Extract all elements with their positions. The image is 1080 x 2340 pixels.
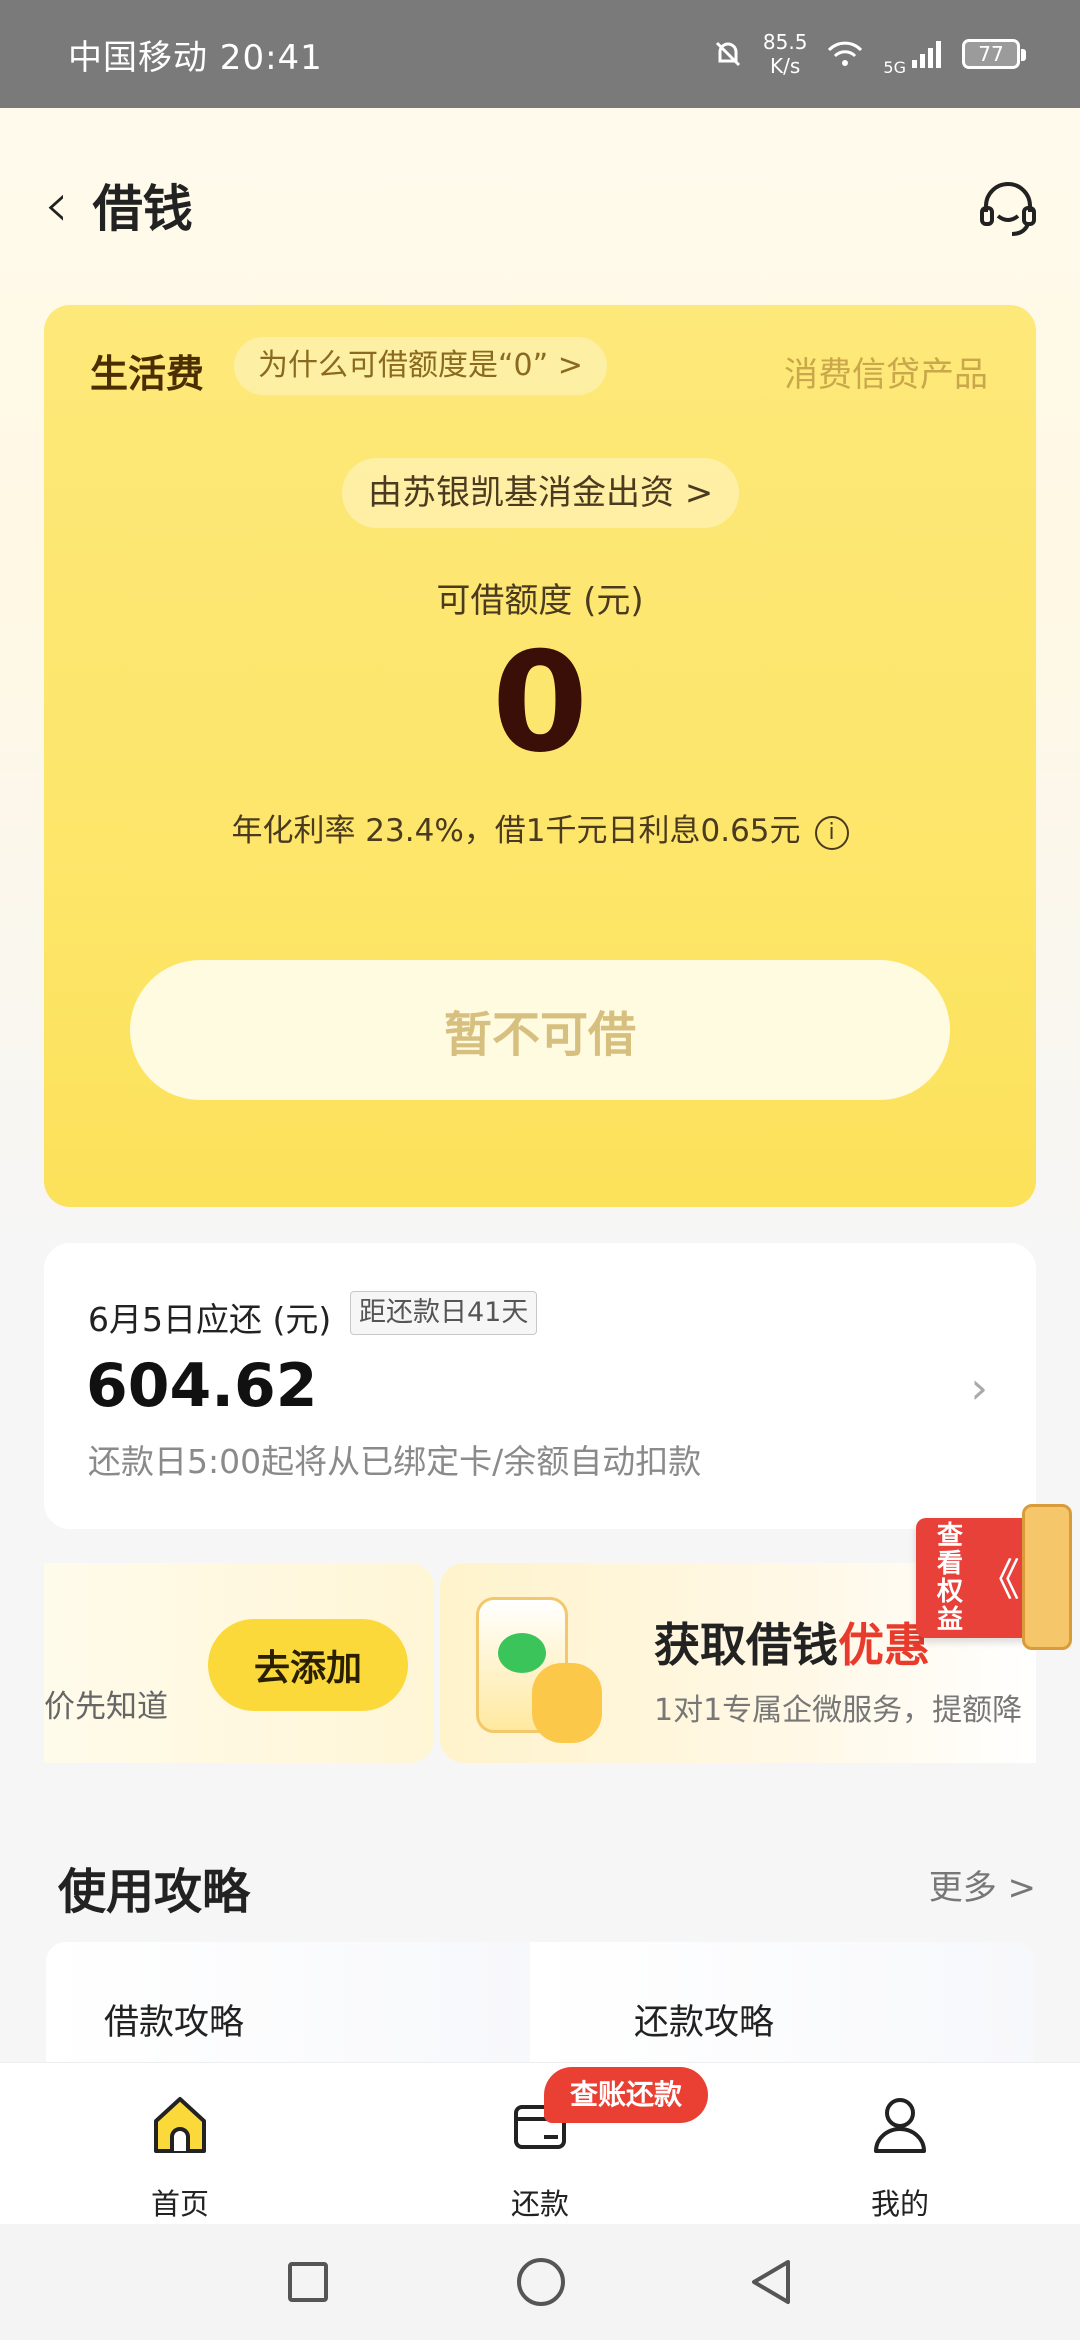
status-icons: 85.5 K/s 5G 77 <box>711 30 1026 78</box>
repayment-card[interactable]: 6月5日应还 (元) 距还款日41天 604.62 还款日5:00起将从已绑定卡… <box>44 1243 1036 1529</box>
net-speed: 85.5 K/s <box>762 30 808 78</box>
hand-illustration <box>532 1663 602 1743</box>
borrow-button[interactable]: 暂不可借 <box>130 960 950 1100</box>
guide-item-label: 借款攻略 <box>104 2003 245 2043</box>
guide-title: 使用攻略 <box>58 1864 251 1920</box>
guide-card: 借款攻略 还款攻略 <box>46 1942 1034 2062</box>
due-label: 6月5日应还 (元) <box>88 1300 332 1339</box>
limit-value: 0 <box>491 622 589 783</box>
rate-label: 年化利率 23.4%，借1千元日利息0.65元 <box>231 813 801 849</box>
info-icon[interactable]: i <box>814 815 849 850</box>
back-arrow-icon[interactable]: ‹ <box>44 174 69 236</box>
guide-item-label: 还款攻略 <box>634 2003 775 2043</box>
guide-more-link[interactable]: 更多 > <box>929 1860 1036 1909</box>
rate-text: 年化利率 23.4%，借1千元日利息0.65元 i <box>44 805 1036 850</box>
product-name: 生活费 <box>90 352 205 396</box>
home-button-icon[interactable] <box>517 2258 565 2306</box>
funder-link[interactable]: 由苏银凯基消金出资 > <box>342 458 740 528</box>
tab-home-label: 首页 <box>150 2187 209 2221</box>
repay-badge[interactable]: 查账还款 <box>544 2067 709 2123</box>
tab-bar: 首页 还款 我的 <box>0 2062 1080 2224</box>
autopay-note: 还款日5:00起将从已绑定卡/余额自动扣款 <box>88 1442 702 1481</box>
tab-mine-label: 我的 <box>870 2187 929 2221</box>
guide-item-repay[interactable]: 还款攻略 <box>530 1942 1034 2062</box>
wechat-icon <box>498 1633 546 1673</box>
tab-home[interactable]: 首页 <box>0 2063 360 2225</box>
scroll-illustration <box>1022 1504 1072 1650</box>
system-nav-bar <box>0 2224 1080 2340</box>
benefits-text: 查看权益 <box>936 1521 963 1635</box>
promo-title: 获取借钱优惠 <box>654 1618 930 1672</box>
status-bar: 中国移动 20:41 85.5 K/s 5G 77 <box>0 0 1080 108</box>
countdown-badge: 距还款日41天 <box>350 1291 538 1335</box>
double-chevron-left-icon: 《 <box>976 1555 1020 1606</box>
promo-banner-left[interactable]: 价先知道 去添加 <box>44 1563 434 1763</box>
promo-subtitle: 1对1专属企微服务，提额降 <box>654 1693 1023 1728</box>
user-icon <box>874 2098 926 2153</box>
wifi-icon <box>828 41 863 66</box>
product-category: 消费信贷产品 <box>784 355 988 395</box>
network-type: 5G <box>883 58 906 77</box>
recent-apps-icon[interactable] <box>288 2262 328 2302</box>
header: ‹ 借钱 <box>0 150 1080 260</box>
home-icon <box>154 2097 206 2153</box>
page-title: 借钱 <box>92 180 193 238</box>
why-zero-link[interactable]: 为什么可借额度是“0” > <box>234 337 607 395</box>
limit-label: 可借额度 (元) <box>436 581 644 621</box>
loan-card: 生活费 为什么可借额度是“0” > 消费信贷产品 由苏银凯基消金出资 > 可借额… <box>44 305 1036 1207</box>
customer-service-icon[interactable] <box>976 176 1040 240</box>
benefits-ribbon[interactable]: 查看权益 《 <box>910 1500 1080 1650</box>
due-amount: 604.62 <box>86 1351 318 1421</box>
chevron-right-icon: › <box>970 1363 988 1414</box>
back-triangle-icon[interactable] <box>748 2258 794 2306</box>
guide-item-borrow[interactable]: 借款攻略 <box>46 1942 530 2062</box>
tab-repay-label: 还款 <box>510 2187 569 2221</box>
promo-left-text: 价先知道 <box>44 1689 168 1725</box>
battery-icon: 77 <box>962 39 1026 69</box>
carrier-time: 中国移动 20:41 <box>68 37 323 78</box>
mute-bell-icon <box>715 41 740 67</box>
tab-mine[interactable]: 我的 <box>720 2063 1080 2225</box>
signal-icon <box>912 41 941 68</box>
add-button[interactable]: 去添加 <box>208 1619 408 1711</box>
